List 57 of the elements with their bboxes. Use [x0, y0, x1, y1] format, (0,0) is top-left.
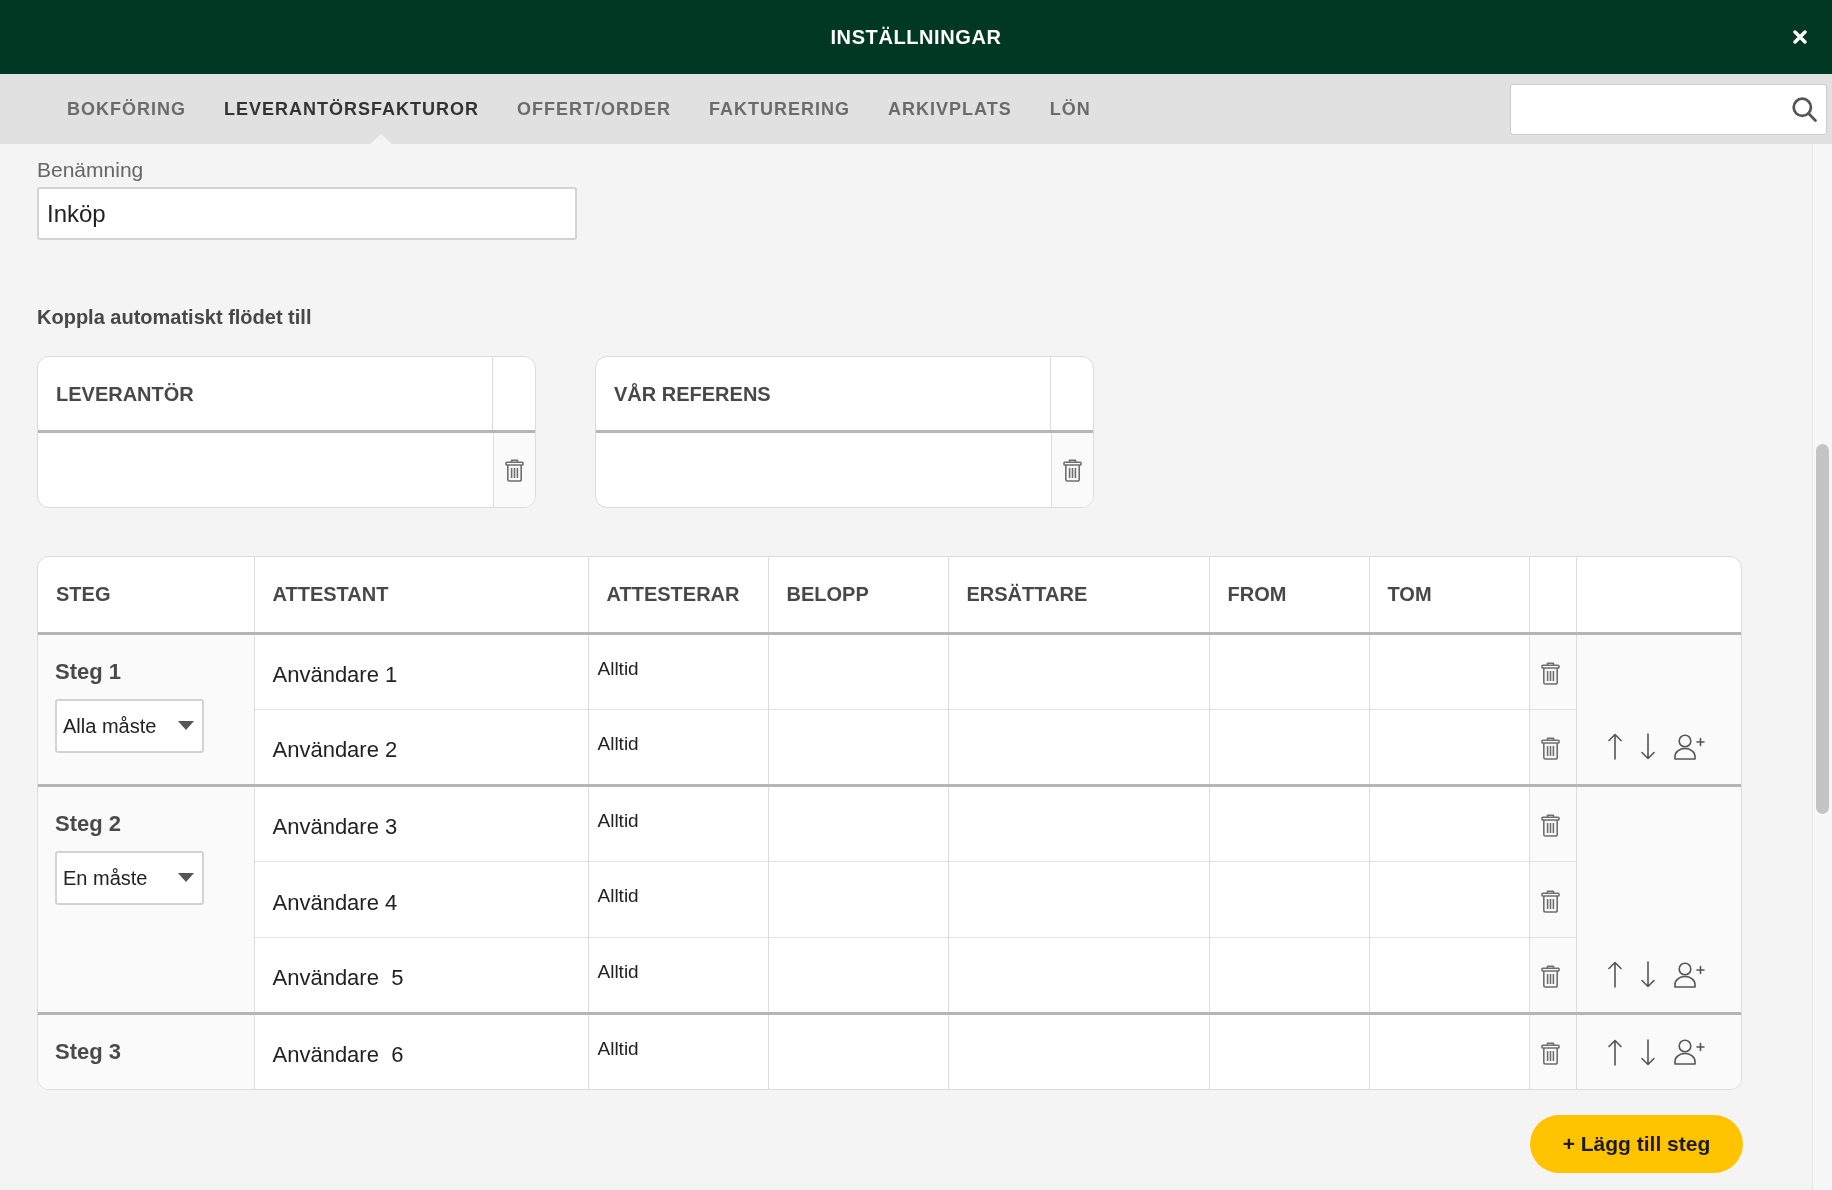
- add-user-icon[interactable]: [1673, 1039, 1705, 1065]
- table-cell: Alltid: [588, 1013, 768, 1089]
- arrow-up-icon[interactable]: [1607, 1038, 1622, 1066]
- table-cell: Användare 1: [254, 633, 588, 709]
- caret-icon: [178, 873, 194, 882]
- table-cell: Alltid: [588, 785, 768, 861]
- add-user-icon[interactable]: [1673, 733, 1705, 760]
- caret-icon: [178, 721, 194, 730]
- search-icon[interactable]: [1792, 96, 1817, 122]
- trash-icon[interactable]: [1541, 1042, 1560, 1066]
- table-cell: Användare 2: [254, 709, 588, 785]
- table-cell: Alltid: [588, 861, 768, 937]
- add-step-button[interactable]: + Lägg till steg: [1530, 1115, 1743, 1173]
- arrow-down-icon[interactable]: [1640, 961, 1655, 988]
- name-input[interactable]: Inköp: [37, 187, 577, 240]
- arrow-down-icon[interactable]: [1640, 1038, 1655, 1066]
- mode-dropdown[interactable]: Alla måste: [55, 698, 204, 753]
- section-heading: Koppla automatiskt flödet till: [37, 305, 312, 329]
- tab[interactable]: BOKFÖRING: [48, 74, 205, 144]
- trash-icon[interactable]: [1541, 662, 1560, 685]
- add-user-icon[interactable]: [1673, 961, 1705, 988]
- column-header: TOM: [1369, 557, 1529, 633]
- table-cell: Användare 5: [254, 937, 588, 1013]
- table-cell: Användare 4: [254, 861, 588, 937]
- window-title: INSTÄLLNINGAR: [830, 25, 1002, 50]
- column-header: BELOPP: [768, 557, 948, 633]
- step-label: Steg 2: [55, 810, 122, 837]
- trash-icon[interactable]: [505, 458, 524, 482]
- trash-icon[interactable]: [1063, 458, 1082, 482]
- arrow-up-icon[interactable]: [1607, 733, 1622, 760]
- step-label: Steg 3: [55, 1038, 122, 1065]
- tab[interactable]: LÖN: [1030, 74, 1110, 144]
- table-cell: Alltid: [588, 633, 768, 709]
- close-icon[interactable]: [1793, 30, 1807, 44]
- step-label: Steg 1: [55, 658, 122, 685]
- arrow-down-icon[interactable]: [1640, 733, 1655, 760]
- trash-icon[interactable]: [1541, 889, 1560, 913]
- tab[interactable]: ARKIVPLATS: [869, 74, 1031, 144]
- table-cell: Användare 3: [254, 785, 588, 861]
- tab[interactable]: FAKTURERING: [690, 74, 869, 144]
- trash-icon[interactable]: [1541, 737, 1560, 760]
- column-header: ATTESTERAR: [588, 557, 768, 633]
- trash-icon[interactable]: [1541, 814, 1560, 837]
- search-field[interactable]: [1510, 83, 1827, 135]
- scrollbar-thumb[interactable]: [1816, 444, 1829, 814]
- arrow-up-icon[interactable]: [1607, 961, 1622, 988]
- column-header: FROM: [1209, 557, 1369, 633]
- trash-icon[interactable]: [1541, 965, 1560, 988]
- mode-dropdown[interactable]: En måste: [55, 850, 204, 905]
- column-header: ATTESTANT: [254, 557, 588, 633]
- field-label: Benämning: [37, 158, 144, 182]
- tab[interactable]: LEVERANTÖRSFAKTUROR: [205, 74, 498, 144]
- table-cell: Alltid: [588, 937, 768, 1013]
- table-cell: Användare 6: [254, 1013, 588, 1089]
- column-header: ERSÄTTARE: [948, 557, 1209, 633]
- tab[interactable]: OFFERT/ORDER: [498, 74, 690, 144]
- table-cell: Alltid: [588, 709, 768, 785]
